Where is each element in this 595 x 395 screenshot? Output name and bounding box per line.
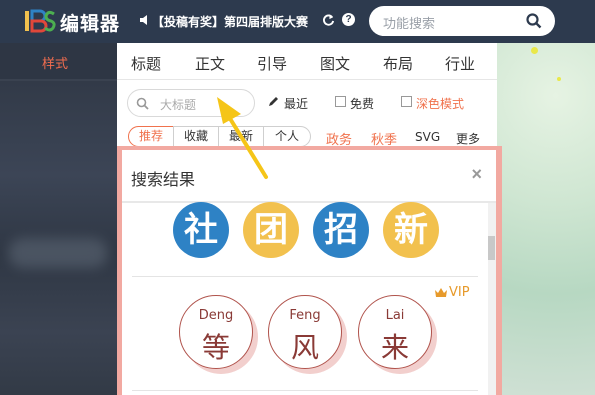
ring-char: 等 — [201, 331, 230, 364]
logo-icon[interactable] — [24, 8, 56, 34]
subtab-latest[interactable]: 最新 — [218, 126, 264, 147]
dark-mode-label[interactable]: 深色模式 — [416, 95, 464, 112]
vip-badge: VIP — [449, 285, 470, 300]
announcement-link[interactable]: 【投稿有奖】第四届排版大赛 — [152, 13, 317, 31]
brand-title: 编辑器 — [60, 13, 121, 35]
close-icon[interactable]: × — [471, 164, 482, 185]
subtab-favorites[interactable]: 收藏 — [173, 126, 219, 147]
free-checkbox[interactable] — [335, 96, 346, 107]
tab-title[interactable]: 标题 — [131, 53, 161, 74]
result-circle-char[interactable]: 新 — [383, 202, 439, 258]
result-ring-item[interactable]: Deng 等 — [179, 295, 253, 369]
tab-image-text[interactable]: 图文 — [320, 53, 350, 74]
result-circle-char[interactable]: 招 — [313, 202, 369, 258]
sidebar-item-style[interactable]: 样式 — [0, 43, 117, 79]
pinyin-label: Lai — [385, 308, 405, 323]
search-icon — [136, 97, 149, 110]
tab-layout[interactable]: 布局 — [383, 53, 413, 74]
ring-char: 风 — [290, 331, 319, 364]
sidebar-item-label: 样式 — [41, 57, 68, 72]
function-search-box[interactable]: 功能搜索 — [369, 6, 555, 36]
search-icon[interactable] — [526, 13, 542, 29]
search-results-dialog: 搜索结果 × 社 团 招 新 VIP Deng 等 Feng 风 Lai 来 — [117, 146, 502, 395]
dialog-body: 搜索结果 × 社 团 招 新 VIP Deng 等 Feng 风 Lai 来 — [122, 150, 496, 395]
crown-icon — [435, 288, 447, 297]
divider — [132, 390, 478, 391]
divider — [132, 276, 478, 277]
decoration-dot — [531, 47, 538, 54]
divider — [122, 201, 496, 203]
refresh-icon[interactable] — [322, 13, 335, 27]
free-label[interactable]: 免费 — [350, 95, 374, 112]
result-ring-item[interactable]: Lai 来 — [358, 295, 432, 369]
style-search-box[interactable]: 大标题 — [127, 89, 255, 117]
result-circle-char[interactable]: 团 — [243, 202, 299, 258]
ring-char: 来 — [380, 331, 409, 364]
dark-mode-checkbox[interactable] — [401, 96, 412, 107]
tab-industry[interactable]: 行业 — [445, 53, 475, 74]
style-search-input[interactable]: 大标题 — [160, 96, 196, 113]
sidebar: 样式 — [0, 43, 117, 395]
tag-svg[interactable]: SVG — [415, 130, 440, 144]
result-circle-char[interactable]: 社 — [173, 202, 229, 258]
tag-more[interactable]: 更多 — [456, 130, 480, 147]
pinyin-label: Feng — [289, 308, 321, 323]
tab-body-text[interactable]: 正文 — [195, 53, 225, 74]
help-icon[interactable]: ? — [342, 13, 355, 26]
scrollbar-thumb[interactable] — [488, 236, 495, 260]
divider — [117, 79, 497, 80]
dialog-title: 搜索结果 — [131, 170, 196, 189]
recent-option[interactable]: 最近 — [284, 95, 308, 112]
tab-guide[interactable]: 引导 — [257, 53, 287, 74]
function-search-input[interactable]: 功能搜索 — [383, 13, 435, 32]
scrollbar-track[interactable] — [488, 203, 496, 395]
decoration-dot — [557, 77, 561, 81]
pinyin-label: Deng — [198, 308, 234, 323]
editor-preview-area — [497, 43, 595, 395]
result-ring-item[interactable]: Feng 风 — [268, 295, 342, 369]
speaker-icon — [140, 15, 147, 25]
top-bar: 编辑器 【投稿有奖】第四届排版大赛 ? 功能搜索 — [0, 0, 595, 43]
sidebar-blurred-item — [8, 238, 108, 268]
pencil-icon — [269, 97, 278, 106]
subtab-recommended[interactable]: 推荐 — [128, 126, 174, 147]
subtab-personal[interactable]: 个人 — [263, 126, 311, 147]
